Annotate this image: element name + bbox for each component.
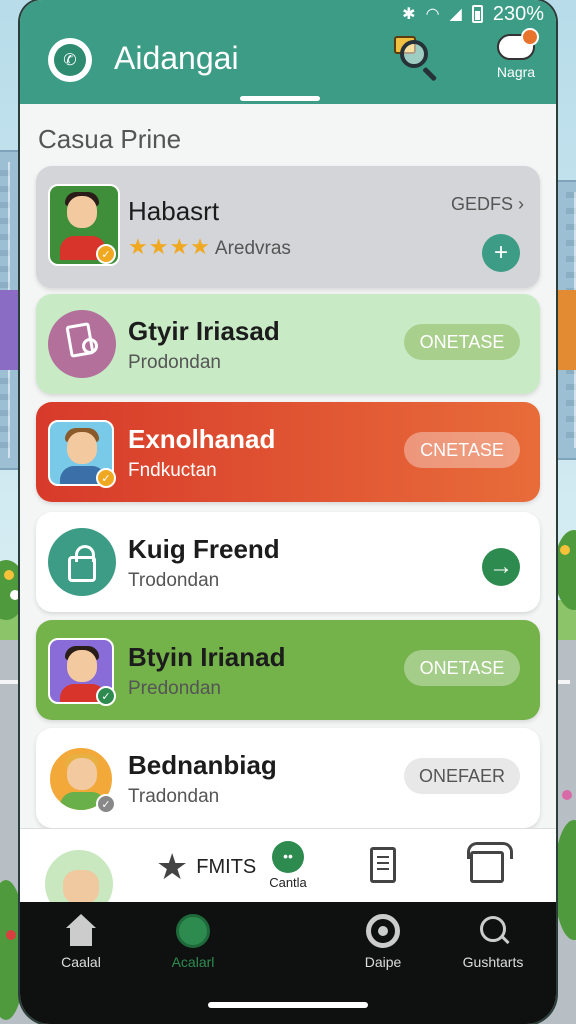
contact-subtitle: Predondan bbox=[128, 678, 221, 699]
search-icon bbox=[400, 40, 428, 68]
search-icon bbox=[476, 914, 510, 948]
contact-subtitle: Fndkuctan bbox=[128, 460, 217, 481]
contact-card[interactable]: ✓ Exnolhanad Fndkuctan CNETASE bbox=[36, 402, 540, 502]
camera-icon bbox=[366, 914, 400, 948]
signal-icon: ◢ bbox=[449, 6, 462, 23]
lock-icon bbox=[48, 528, 116, 596]
contact-card[interactable]: Kuig Freend Trodondan → bbox=[36, 512, 540, 612]
document-search-icon bbox=[48, 310, 116, 378]
nav-tab-caalal[interactable]: Caalal bbox=[36, 914, 126, 970]
contact-card[interactable]: ✓ Habasrt ★★★★ Aredvras GEDFS › + bbox=[36, 166, 540, 288]
details-link[interactable]: GEDFS › bbox=[451, 194, 524, 215]
nav-tab-gushtarts[interactable]: Gushtarts bbox=[448, 914, 538, 970]
verified-badge-icon: ✓ bbox=[96, 244, 116, 264]
nav-label: Acalarl bbox=[171, 954, 215, 970]
clipboard-icon[interactable] bbox=[370, 847, 396, 883]
cloud-icon bbox=[497, 28, 539, 60]
nav-tab-daipe[interactable]: Daipe bbox=[338, 914, 428, 970]
store-icon[interactable] bbox=[467, 842, 513, 883]
profile-button[interactable]: Nagra bbox=[484, 28, 548, 80]
contact-subtitle: Trodondan bbox=[128, 570, 220, 591]
app-title: Aidangai bbox=[114, 40, 239, 76]
action-button[interactable]: CNETASE bbox=[404, 432, 520, 468]
chat-logo-icon: ✆ bbox=[48, 38, 92, 82]
chat-bubble-icon: •• bbox=[272, 841, 304, 873]
chevron-right-icon: › bbox=[518, 194, 524, 214]
contact-subtitle: Prodondan bbox=[128, 352, 221, 373]
arrow-right-icon[interactable]: → bbox=[482, 548, 520, 586]
search-button[interactable] bbox=[388, 32, 444, 82]
home-icon bbox=[64, 914, 98, 948]
home-indicator[interactable] bbox=[208, 1002, 368, 1008]
wifi-icon: ◠ bbox=[425, 6, 440, 23]
action-button[interactable]: ONEFAER bbox=[404, 758, 520, 794]
verified-badge-icon: ✓ bbox=[96, 686, 116, 706]
star-icon: ★ bbox=[156, 846, 189, 887]
phone-screen: ✱ ◠ ◢ 230% ✆ Aidangai Nagra Casua Prine … bbox=[20, 0, 556, 1024]
rating-stars: ★★★★ Aredvras bbox=[128, 234, 291, 259]
cantla-label: Cantla bbox=[269, 875, 307, 890]
contact-card[interactable]: ✓ Bednanbiag Tradondan ONEFAER bbox=[36, 728, 540, 828]
globe-icon bbox=[176, 914, 210, 948]
verified-badge-icon: ✓ bbox=[96, 468, 116, 488]
rating-text: Aredvras bbox=[214, 238, 291, 259]
contact-card[interactable]: ✓ Btyin Irianad Predondan ONETASE bbox=[36, 620, 540, 720]
battery-icon bbox=[471, 5, 483, 23]
nav-tab-acalarl[interactable]: Acalarl bbox=[148, 914, 238, 970]
contact-name: Btyin Irianad bbox=[128, 642, 286, 672]
status-bar: ✱ ◠ ◢ 230% bbox=[20, 0, 556, 28]
contact-name: Bednanbiag bbox=[128, 750, 277, 780]
section-title: Casua Prine bbox=[38, 124, 182, 154]
nav-label: Gushtarts bbox=[462, 954, 524, 970]
favorites-shortcut[interactable]: ★ FMITS bbox=[156, 846, 257, 887]
contact-name: Kuig Freend bbox=[128, 534, 280, 564]
mits-label: FMITS bbox=[196, 855, 257, 878]
contact-name: Exnolhanad bbox=[128, 424, 276, 454]
contact-name: Gtyir Iriasad bbox=[128, 316, 280, 346]
bluetooth-icon: ✱ bbox=[402, 6, 416, 23]
profile-label: Nagra bbox=[496, 64, 536, 80]
tab-indicator bbox=[240, 96, 320, 101]
battery-text: 230% bbox=[492, 2, 544, 25]
contact-name: Habasrt bbox=[128, 196, 220, 226]
action-button[interactable]: ONETASE bbox=[404, 324, 520, 360]
app-bar: ✆ Aidangai Nagra bbox=[20, 28, 556, 104]
verified-badge-icon: ✓ bbox=[96, 794, 116, 814]
contact-subtitle: Tradondan bbox=[128, 786, 220, 807]
bottom-nav: Caalal Acalarl Daipe Gushtarts bbox=[20, 902, 556, 1024]
contact-card[interactable]: Gtyir Iriasad Prodondan ONETASE bbox=[36, 294, 540, 394]
nav-label: Caalal bbox=[61, 954, 101, 970]
action-button[interactable]: ONETASE bbox=[404, 650, 520, 686]
shortcut-bar: ★ FMITS •• Cantla bbox=[20, 828, 556, 921]
nav-label: Daipe bbox=[364, 954, 402, 970]
add-button[interactable]: + bbox=[482, 234, 520, 272]
cantla-shortcut[interactable]: •• Cantla bbox=[262, 841, 314, 890]
